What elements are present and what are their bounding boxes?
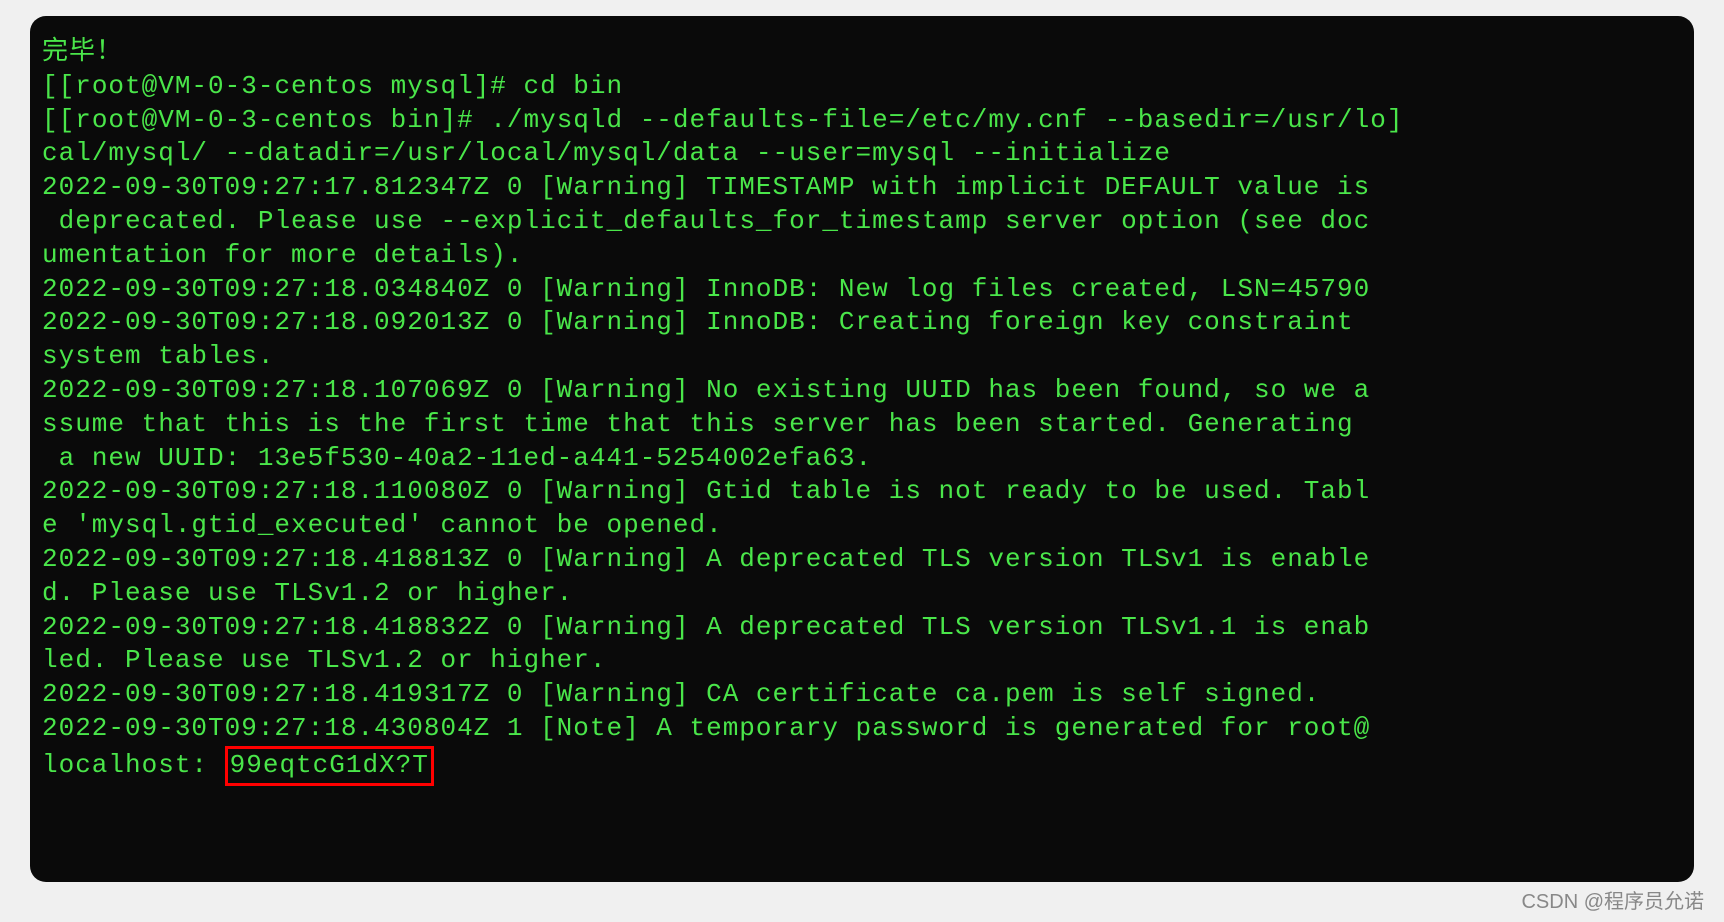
password-highlight: 99eqtcG1dX?T [225,746,434,786]
watermark: CSDN @程序员允诺 [1521,885,1704,914]
terminal-window: 完毕！ [[root@VM-0-3-centos mysql]# cd bin … [30,16,1694,882]
output-line: deprecated. Please use --explicit_defaul… [42,206,1370,236]
output-line: cal/mysql/ --datadir=/usr/local/mysql/da… [42,138,1171,168]
output-line: 完毕！ [42,37,123,67]
output-line: led. Please use TLSv1.2 or higher. [42,645,607,675]
terminal-output: 完毕！ [[root@VM-0-3-centos mysql]# cd bin … [42,36,1682,786]
output-line: system tables. [42,341,274,371]
output-line: 2022-09-30T09:27:18.034840Z 0 [Warning] … [42,274,1370,304]
output-line: 2022-09-30T09:27:18.419317Z 0 [Warning] … [42,679,1320,709]
output-line: d. Please use TLSv1.2 or higher. [42,578,573,608]
output-line: 2022-09-30T09:27:18.110080Z 0 [Warning] … [42,476,1370,506]
output-line: 2022-09-30T09:27:18.418813Z 0 [Warning] … [42,544,1370,574]
shell-prompt: [root@VM-0-3-centos bin]# [59,105,491,135]
command-text: ./mysqld --defaults-file=/etc/my.cnf --b… [490,105,1387,135]
output-line: 2022-09-30T09:27:18.092013Z 0 [Warning] … [42,307,1370,337]
bracket-icon: [ [42,105,59,135]
output-line: 2022-09-30T09:27:17.812347Z 0 [Warning] … [42,172,1370,202]
bracket-icon: [ [42,71,59,101]
output-line-prefix: localhost: [42,750,225,780]
output-line: ssume that this is the first time that t… [42,409,1354,439]
output-line: 2022-09-30T09:27:18.107069Z 0 [Warning] … [42,375,1370,405]
output-line: a new UUID: 13e5f530-40a2-11ed-a441-5254… [42,443,872,473]
bracket-icon: ] [1387,105,1404,135]
command-text: cd bin [523,71,623,101]
output-line: 2022-09-30T09:27:18.430804Z 1 [Note] A t… [42,713,1370,743]
shell-prompt: [root@VM-0-3-centos mysql]# [59,71,524,101]
output-line: 2022-09-30T09:27:18.418832Z 0 [Warning] … [42,612,1370,642]
output-line: e 'mysql.gtid_executed' cannot be opened… [42,510,723,540]
output-line: umentation for more details). [42,240,523,270]
